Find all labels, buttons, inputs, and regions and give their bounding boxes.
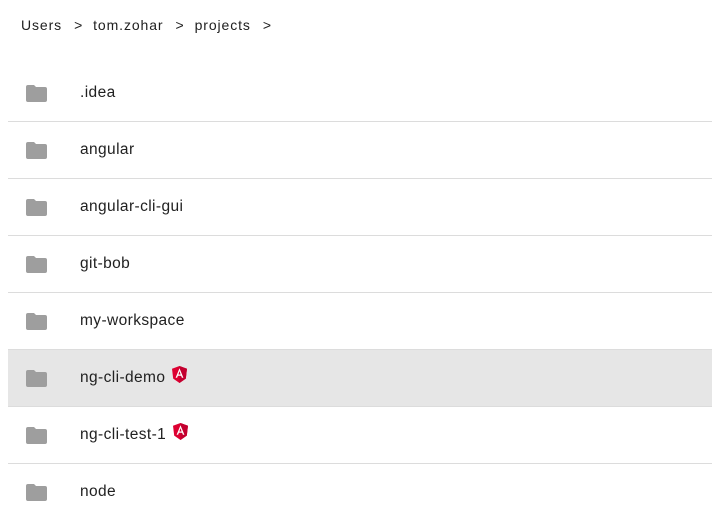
folder-row[interactable]: git-bob: [8, 236, 712, 293]
folder-list: .idea angular angular-cli-gui git-bob my-wor…: [8, 65, 712, 520]
file-browser: Users > tom.zohar > projects > .idea angu…: [0, 0, 712, 520]
angular-icon: [173, 422, 189, 440]
angular-icon: [172, 365, 188, 383]
folder-row[interactable]: angular: [8, 122, 712, 179]
folder-icon: [26, 142, 47, 159]
folder-label-wrap: ng-cli-test-1: [80, 407, 189, 463]
folder-name: .idea: [80, 84, 116, 101]
breadcrumb-item-projects[interactable]: projects: [195, 17, 251, 33]
folder-row[interactable]: node: [8, 464, 712, 520]
folder-icon: [26, 370, 47, 387]
folder-label-wrap: git-bob: [80, 236, 130, 292]
breadcrumb: Users > tom.zohar > projects >: [21, 15, 282, 35]
breadcrumb-item-tom-zohar[interactable]: tom.zohar: [93, 17, 163, 33]
folder-name: ng-cli-demo: [80, 369, 166, 386]
folder-label-wrap: ng-cli-demo: [80, 350, 188, 406]
folder-row[interactable]: ng-cli-demo: [8, 350, 712, 407]
folder-icon: [26, 427, 47, 444]
folder-icon: [26, 256, 47, 273]
folder-name: my-workspace: [80, 312, 185, 329]
folder-name: ng-cli-test-1: [80, 426, 167, 443]
folder-label-wrap: node: [80, 464, 116, 520]
folder-row[interactable]: .idea: [8, 65, 712, 122]
folder-row[interactable]: my-workspace: [8, 293, 712, 350]
folder-icon: [26, 313, 47, 330]
folder-name: git-bob: [80, 255, 131, 272]
folder-row[interactable]: angular-cli-gui: [8, 179, 712, 236]
folder-name: node: [80, 483, 117, 500]
folder-label-wrap: my-workspace: [80, 293, 185, 349]
folder-icon: [26, 484, 47, 501]
folder-label-wrap: angular-cli-gui: [80, 179, 183, 235]
folder-name: angular: [80, 141, 135, 158]
folder-icon: [26, 199, 47, 216]
breadcrumb-separator: >: [175, 17, 185, 33]
breadcrumb-separator: >: [262, 17, 272, 33]
folder-label-wrap: .idea: [80, 65, 116, 121]
folder-row[interactable]: ng-cli-test-1: [8, 407, 712, 464]
breadcrumb-item-users[interactable]: Users: [21, 17, 62, 33]
folder-icon: [26, 85, 47, 102]
folder-label-wrap: angular: [80, 122, 135, 178]
folder-name: angular-cli-gui: [80, 198, 184, 215]
breadcrumb-separator: >: [74, 17, 84, 33]
